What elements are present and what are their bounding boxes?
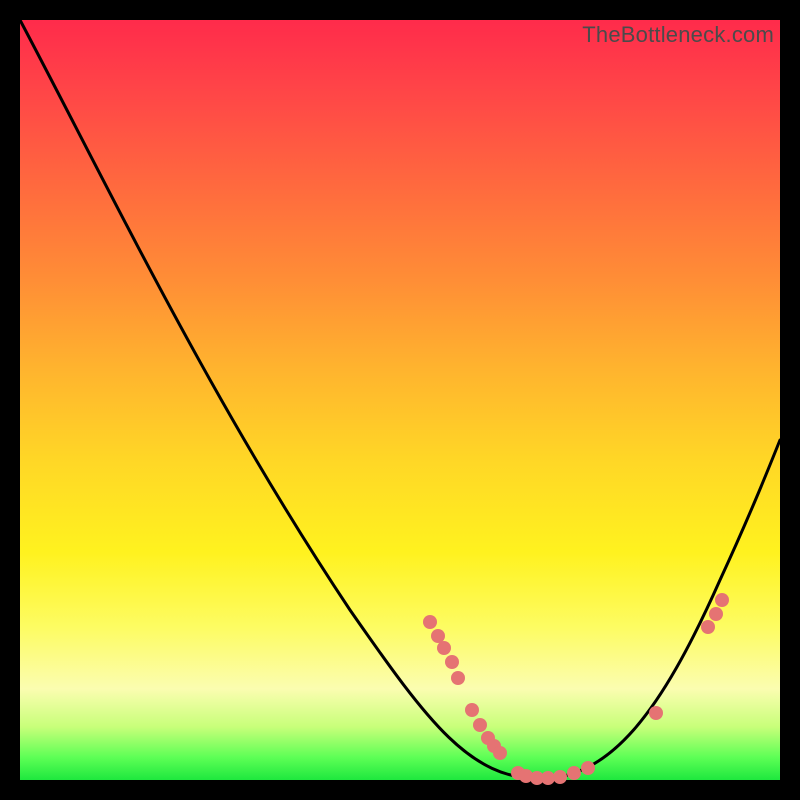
data-point <box>473 718 487 732</box>
data-point <box>581 761 595 775</box>
data-point <box>451 671 465 685</box>
data-point <box>423 615 437 629</box>
data-point <box>493 746 507 760</box>
data-point <box>465 703 479 717</box>
data-point <box>715 593 729 607</box>
chart-frame: TheBottleneck.com <box>20 20 780 780</box>
data-point <box>431 629 445 643</box>
data-point <box>709 607 723 621</box>
data-point <box>553 770 567 784</box>
chart-svg <box>20 20 780 780</box>
data-point <box>445 655 459 669</box>
watermark-text: TheBottleneck.com <box>582 22 774 48</box>
data-point <box>541 771 555 785</box>
data-point <box>649 706 663 720</box>
data-point <box>701 620 715 634</box>
bottleneck-curve <box>20 20 780 779</box>
data-point <box>437 641 451 655</box>
data-point <box>567 766 581 780</box>
